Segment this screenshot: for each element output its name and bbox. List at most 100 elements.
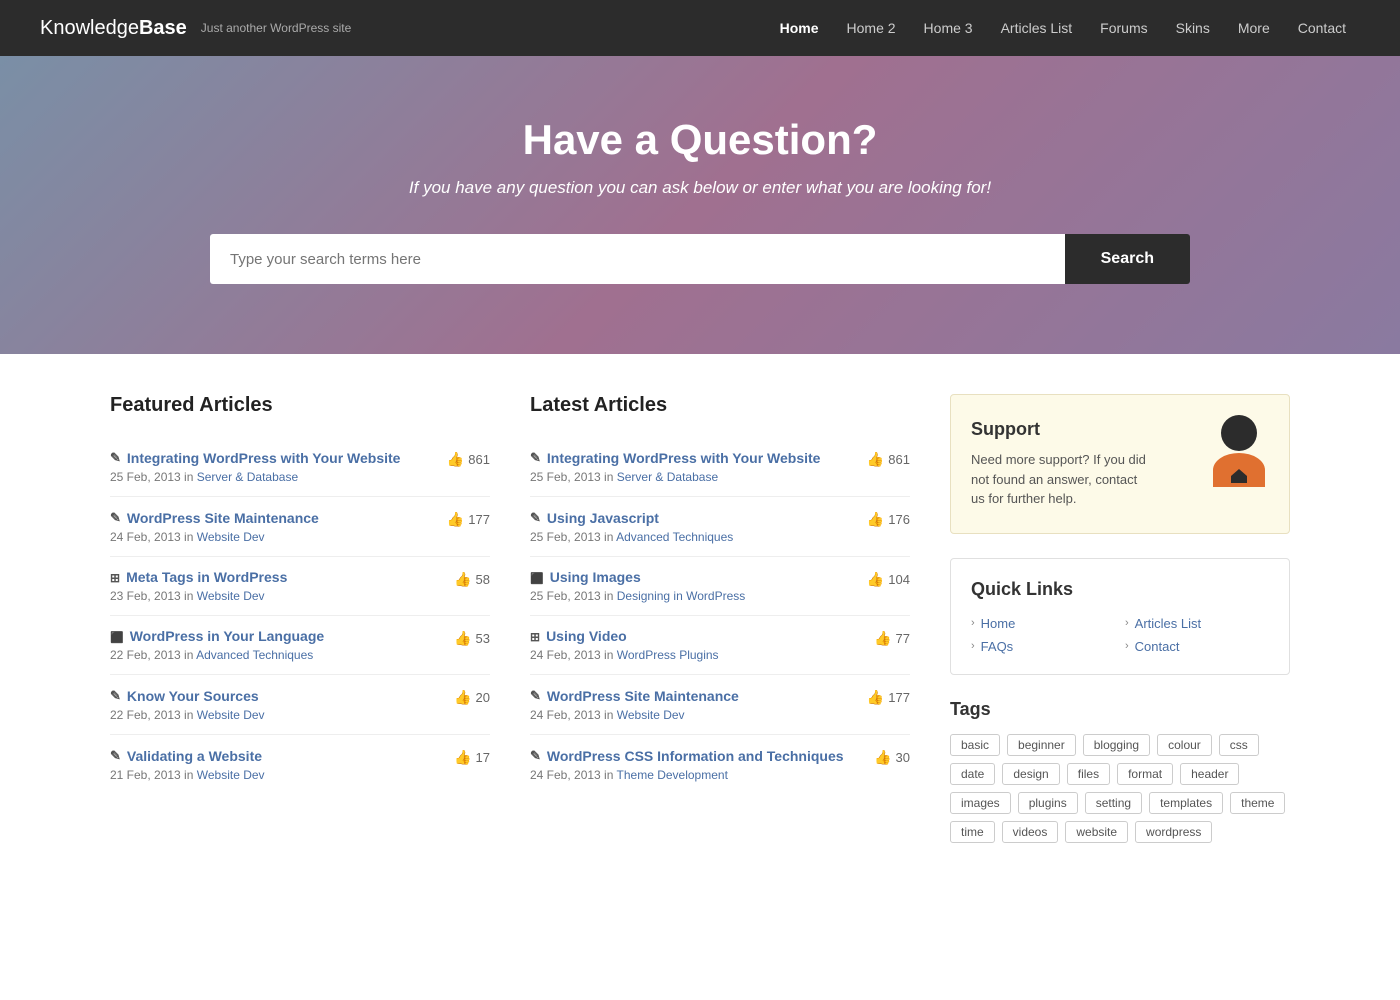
article-link[interactable]: WordPress Site Maintenance	[127, 510, 319, 526]
article-title: Using Javascript	[530, 509, 851, 526]
article-meta: 24 Feb, 2013 in Theme Development	[530, 768, 858, 782]
nav-item-forums[interactable]: Forums	[1086, 0, 1161, 56]
tag-date[interactable]: date	[950, 763, 995, 785]
featured-articles-col: Featured Articles Integrating WordPress …	[110, 394, 490, 843]
avatar-body	[1213, 453, 1265, 487]
article-link[interactable]: WordPress Site Maintenance	[547, 688, 739, 704]
nav-item-contact[interactable]: Contact	[1284, 0, 1360, 56]
thumb-icon: 👍	[454, 689, 471, 706]
site-tagline: Just another WordPress site	[201, 21, 352, 35]
quick-links-grid: › Home › Articles List › FAQs › Contact	[971, 616, 1269, 654]
article-title: Know Your Sources	[110, 687, 438, 704]
tag-videos[interactable]: videos	[1002, 821, 1059, 843]
tag-css[interactable]: css	[1219, 734, 1259, 756]
quick-link-home[interactable]: › Home	[971, 616, 1115, 631]
table-row: WordPress Site Maintenance 24 Feb, 2013 …	[530, 675, 910, 735]
thumb-icon: 👍	[874, 749, 891, 766]
image-icon	[110, 628, 124, 644]
tag-plugins[interactable]: plugins	[1018, 792, 1078, 814]
table-row: WordPress CSS Information and Techniques…	[530, 735, 910, 794]
article-link[interactable]: Using Javascript	[547, 510, 659, 526]
search-button[interactable]: Search	[1065, 234, 1190, 284]
article-meta: 21 Feb, 2013 in Website Dev	[110, 768, 438, 782]
chevron-right-icon: ›	[1125, 617, 1129, 629]
tag-blogging[interactable]: blogging	[1083, 734, 1150, 756]
chevron-right-icon: ›	[1125, 640, 1129, 652]
table-row: WordPress in Your Language 22 Feb, 2013 …	[110, 616, 490, 675]
quick-links-title: Quick Links	[971, 579, 1269, 600]
nav-item-more[interactable]: More	[1224, 0, 1284, 56]
article-likes: 👍 861	[851, 449, 910, 468]
article-link[interactable]: Validating a Website	[127, 748, 262, 764]
thumb-icon: 👍	[867, 451, 884, 468]
image-icon	[530, 569, 544, 585]
brand-part1: Knowledge	[40, 17, 139, 39]
support-avatar	[1209, 415, 1269, 485]
edit-icon	[110, 687, 121, 704]
tag-beginner[interactable]: beginner	[1007, 734, 1076, 756]
article-meta: 24 Feb, 2013 in Website Dev	[110, 530, 431, 544]
article-link[interactable]: Meta Tags in WordPress	[126, 569, 287, 585]
article-likes: 👍 176	[851, 509, 910, 528]
tag-design[interactable]: design	[1002, 763, 1059, 785]
support-box: Support Need more support? If you did no…	[950, 394, 1290, 534]
edit-icon	[530, 747, 541, 764]
nav-item-home[interactable]: Home	[766, 0, 833, 56]
article-meta: 25 Feb, 2013 in Server & Database	[530, 470, 851, 484]
article-info: WordPress in Your Language 22 Feb, 2013 …	[110, 628, 438, 662]
article-link[interactable]: Integrating WordPress with Your Website	[127, 450, 401, 466]
article-link[interactable]: Integrating WordPress with Your Website	[547, 450, 821, 466]
article-meta: 25 Feb, 2013 in Advanced Techniques	[530, 530, 851, 544]
tag-theme[interactable]: theme	[1230, 792, 1285, 814]
nav-item-home2[interactable]: Home 2	[833, 0, 910, 56]
article-info: Integrating WordPress with Your Website …	[530, 449, 851, 484]
nav-item-skins[interactable]: Skins	[1162, 0, 1224, 56]
tag-website[interactable]: website	[1065, 821, 1128, 843]
tag-header[interactable]: header	[1180, 763, 1239, 785]
table-row: Know Your Sources 22 Feb, 2013 in Websit…	[110, 675, 490, 735]
quick-link-articles-list[interactable]: › Articles List	[1125, 616, 1269, 631]
article-title: WordPress Site Maintenance	[530, 687, 851, 704]
quick-link-faqs[interactable]: › FAQs	[971, 639, 1115, 654]
article-link[interactable]: WordPress in Your Language	[130, 628, 324, 644]
article-info: Using Video 24 Feb, 2013 in WordPress Pl…	[530, 628, 858, 662]
avatar-house-icon	[1231, 469, 1247, 483]
avatar-head	[1221, 415, 1257, 451]
quick-link-contact[interactable]: › Contact	[1125, 639, 1269, 654]
article-title: WordPress CSS Information and Techniques	[530, 747, 858, 764]
tag-images[interactable]: images	[950, 792, 1011, 814]
article-likes: 👍 17	[438, 747, 490, 766]
tag-format[interactable]: format	[1117, 763, 1173, 785]
tag-templates[interactable]: templates	[1149, 792, 1223, 814]
article-likes: 👍 53	[438, 628, 490, 647]
site-brand[interactable]: KnowledgeBase	[40, 17, 187, 40]
article-link[interactable]: Using Images	[550, 569, 641, 585]
table-row: Using Images 25 Feb, 2013 in Designing i…	[530, 557, 910, 616]
tag-time[interactable]: time	[950, 821, 995, 843]
main-content: Featured Articles Integrating WordPress …	[50, 354, 1350, 883]
search-input[interactable]	[210, 234, 1065, 284]
article-link[interactable]: Using Video	[546, 628, 627, 644]
table-row: Using Video 24 Feb, 2013 in WordPress Pl…	[530, 616, 910, 675]
nav-menu: Home Home 2 Home 3 Articles List Forums …	[766, 0, 1360, 56]
table-row: Meta Tags in WordPress 23 Feb, 2013 in W…	[110, 557, 490, 616]
tag-wordpress[interactable]: wordpress	[1135, 821, 1212, 843]
article-info: Know Your Sources 22 Feb, 2013 in Websit…	[110, 687, 438, 722]
chevron-right-icon: ›	[971, 617, 975, 629]
chevron-right-icon: ›	[971, 640, 975, 652]
article-likes: 👍 58	[438, 569, 490, 588]
article-info: Using Images 25 Feb, 2013 in Designing i…	[530, 569, 851, 603]
article-title: Meta Tags in WordPress	[110, 569, 438, 585]
nav-item-home3[interactable]: Home 3	[910, 0, 987, 56]
tag-basic[interactable]: basic	[950, 734, 1000, 756]
edit-icon	[110, 747, 121, 764]
nav-item-articles-list[interactable]: Articles List	[987, 0, 1087, 56]
article-link[interactable]: WordPress CSS Information and Techniques	[547, 748, 844, 764]
article-title: Integrating WordPress with Your Website	[110, 449, 431, 466]
tag-files[interactable]: files	[1067, 763, 1110, 785]
article-link[interactable]: Know Your Sources	[127, 688, 259, 704]
navbar: KnowledgeBase Just another WordPress sit…	[0, 0, 1400, 56]
tag-setting[interactable]: setting	[1085, 792, 1142, 814]
article-title: Using Images	[530, 569, 851, 585]
tag-colour[interactable]: colour	[1157, 734, 1212, 756]
